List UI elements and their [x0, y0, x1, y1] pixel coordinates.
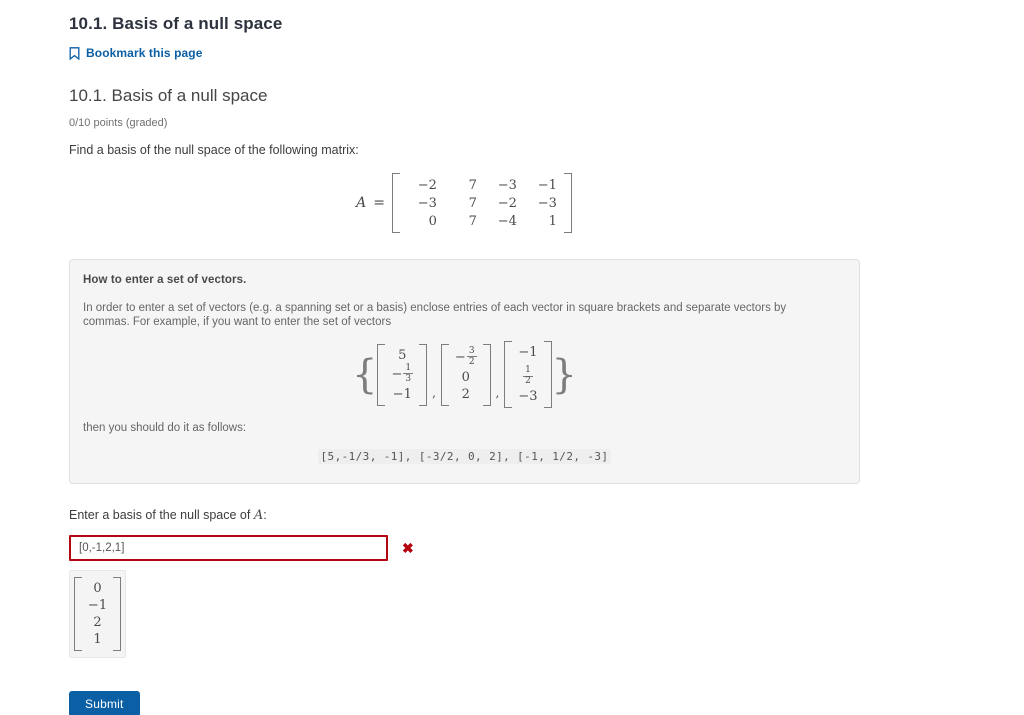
info-box-title: How to enter a set of vectors.	[83, 274, 247, 286]
preview-column-vector: 0 −1 2 1	[73, 577, 122, 651]
vector-entry: 5	[398, 347, 407, 363]
problem-prompt: Find a basis of the null space of the fo…	[69, 143, 359, 157]
example-vector: 5−1 3 −1	[377, 343, 428, 406]
vector-separator: ,	[432, 386, 436, 400]
answer-label-prefix: Enter a basis of the null space of	[69, 508, 254, 522]
matrix-left-bracket	[391, 173, 400, 233]
vector-entry: 2	[461, 386, 470, 402]
example-vector: −3 2 0 2	[440, 343, 491, 406]
matrix-cell: 1	[548, 213, 557, 229]
matrix-row: −3 7 −2 −3	[402, 194, 562, 212]
vector-entry: −3 2	[454, 345, 477, 367]
preview-left-bracket	[73, 577, 82, 651]
code-example: [5,-1/3, -1], [-3/2, 0, 2], [-1, 1/2, -3…	[317, 449, 612, 464]
matrix-cell: −3	[497, 177, 517, 193]
matrix-row: −2 7 −3 −1	[402, 176, 562, 194]
answer-label-suffix: :	[263, 508, 267, 522]
preview-entry: 2	[93, 615, 102, 630]
vector-entry: 0	[461, 369, 470, 385]
content-column: 10.1. Basis of a null space Bookmark thi…	[69, 0, 860, 715]
problem-title: 10.1. Basis of a null space	[69, 86, 268, 105]
vector-entry: −1	[518, 345, 538, 360]
submit-row: Submit	[69, 691, 859, 715]
matrix-label: A	[356, 195, 367, 211]
matrix-cell: −4	[497, 213, 517, 229]
incorrect-mark-icon: ✖	[402, 540, 414, 556]
info-box-body: In order to enter a set of vectors (e.g.…	[83, 302, 787, 328]
preview-values: 0 −1 2 1	[82, 577, 113, 651]
matrix-cell: −2	[417, 177, 437, 193]
answer-preview: 0 −1 2 1	[69, 570, 126, 658]
matrix-cell: 7	[468, 177, 477, 193]
points-status: 0/10 points (graded)	[69, 117, 168, 129]
vector-values: −1 1 2 −3	[512, 341, 543, 408]
matrix-cell: −3	[537, 195, 557, 211]
preview-right-bracket	[113, 577, 122, 651]
answer-input[interactable]	[69, 535, 388, 561]
matrix-right-bracket	[563, 173, 572, 233]
submit-button[interactable]: Submit	[69, 691, 140, 715]
answer-input-row: ✖	[69, 535, 859, 561]
info-box-after-text: then you should do it as follows:	[83, 422, 247, 434]
answer-label: Enter a basis of the null space of A:	[69, 508, 859, 523]
example-vectors-container: 5−1 3 −1, −3 2 0 2, −1 1 2 −3	[377, 341, 552, 408]
vector-entry: 12	[523, 365, 533, 386]
vector-right-bracket	[543, 341, 552, 408]
vector-right-bracket	[419, 343, 428, 406]
matrix-cell: −3	[417, 195, 437, 211]
set-close-brace: }	[551, 351, 577, 398]
preview-entry: 0	[93, 581, 102, 596]
vector-entry: −3	[518, 389, 538, 404]
vector-entry: −1	[392, 386, 412, 402]
vector-values: −3 2 0 2	[449, 344, 483, 406]
vector-separator: ,	[495, 386, 500, 400]
matrix-cell: 7	[468, 213, 477, 229]
matrix-body: −2 7 −3 −1 −3 7 −2 −3 0 7 −4 1	[400, 173, 564, 233]
bookmark-this-page-button[interactable]: Bookmark this page	[69, 46, 203, 60]
vector-right-bracket	[482, 343, 491, 406]
preview-entry: 1	[93, 632, 102, 647]
bookmark-icon	[69, 46, 80, 60]
bookmark-label: Bookmark this page	[86, 46, 203, 60]
vector-left-bracket	[440, 343, 449, 406]
vector-values: 5−1 3 −1	[385, 344, 419, 406]
set-open-brace: {	[351, 351, 378, 398]
problem-page: 10.1. Basis of a null space Bookmark thi…	[0, 0, 1024, 715]
code-example-line: [5,-1/3, -1], [-3/2, 0, 2], [-1, 1/2, -3…	[83, 447, 846, 465]
matrix-cell: 7	[468, 195, 477, 211]
preview-entry: −1	[87, 598, 108, 613]
matrix-cell: −2	[497, 195, 517, 211]
example-vector: −1 1 2 −3	[504, 341, 552, 408]
vector-entry: −1 3	[391, 362, 414, 384]
vector-left-bracket	[377, 343, 386, 406]
matrix-row: 0 7 −4 1	[402, 212, 562, 230]
how-to-enter-info-box: How to enter a set of vectors. In order …	[69, 259, 860, 484]
matrix-cell: 0	[428, 213, 437, 229]
equals-sign: =	[373, 195, 385, 211]
example-vector-set: { 5−1 3 −1, −3 2 0 2, −1 1 2 −3 }	[83, 341, 846, 408]
answer-label-symbol: A	[253, 508, 264, 523]
page-title: 10.1. Basis of a null space	[69, 14, 283, 33]
vector-left-bracket	[504, 341, 513, 408]
matrix-cell: −1	[537, 177, 557, 193]
matrix-display: A = −2 7 −3 −1 −3 7 −2 −3 0 7 −4 1	[69, 173, 859, 233]
